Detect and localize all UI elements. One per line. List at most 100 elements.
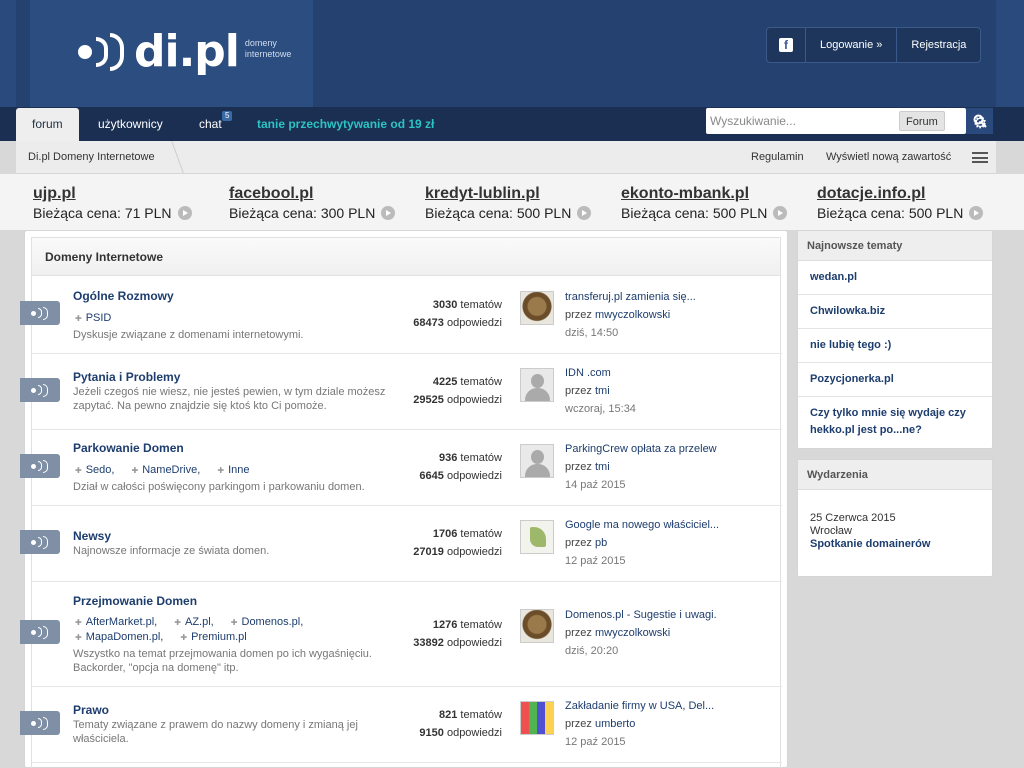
avatar[interactable] <box>520 520 554 554</box>
search-box: Forum <box>706 108 966 134</box>
forum-title[interactable]: Newsy <box>73 529 111 543</box>
category-title[interactable]: Domeny Internetowe <box>32 238 780 276</box>
breadcrumb-home[interactable]: Di.pl Domeny Internetowe <box>28 141 169 173</box>
subforum-link[interactable]: Sedo, <box>75 463 115 478</box>
last-post: Zakładanie firmy w USA, Del... przez umb… <box>565 697 765 751</box>
domain-ad[interactable]: dotacje.info.pl Bieżąca cena: 500 PLN <box>817 184 984 222</box>
domain-ad[interactable]: ekonto-mbank.pl Bieżąca cena: 500 PLN <box>621 184 788 222</box>
latest-topic-link[interactable]: Czy tylko mnie się wydaje czy hekko.pl j… <box>798 397 992 447</box>
domain-ad[interactable]: facebool.pl Bieżąca cena: 300 PLN <box>229 184 396 222</box>
play-icon[interactable] <box>177 206 192 220</box>
new-content-link[interactable]: Wyświetl nową zawartość <box>826 141 951 173</box>
ad-domain-name[interactable]: ekonto-mbank.pl <box>621 184 787 204</box>
rules-link[interactable]: Regulamin <box>751 141 804 173</box>
forum-stats: 4225 tematów 29525 odpowiedzi <box>413 376 502 406</box>
forum-stats: 1276 tematów 33892 odpowiedzi <box>413 619 502 649</box>
subforum-link[interactable]: AfterMarket.pl, <box>75 615 158 630</box>
events-widget: Wydarzenia 25 Czerwca 2015 Wrocław Spotk… <box>797 459 993 577</box>
ad-domain-name[interactable]: facebool.pl <box>229 184 395 204</box>
auth-bar: f Logowanie » Rejestracja <box>766 27 982 63</box>
play-icon[interactable] <box>381 206 396 220</box>
last-post-author[interactable]: tmi <box>595 461 610 473</box>
last-post-date: 12 paź 2015 <box>565 736 626 748</box>
forum-stats: 936 tematów 6645 odpowiedzi <box>419 452 502 482</box>
tab-users[interactable]: użytkownicy <box>98 108 163 141</box>
ad-domain-name[interactable]: dotacje.info.pl <box>817 184 983 204</box>
subforum-link[interactable]: NameDrive, <box>132 463 200 478</box>
latest-topic-link[interactable]: Pozycjonerka.pl <box>798 363 992 397</box>
ad-domain-name[interactable]: kredyt-lublin.pl <box>425 184 591 204</box>
domain-ad[interactable]: kredyt-lublin.pl Bieżąca cena: 500 PLN <box>425 184 592 222</box>
last-post: Google ma nowego właściciel... przez pb … <box>565 516 765 570</box>
search-input[interactable] <box>710 108 890 134</box>
latest-topic-link[interactable]: nie lubię tego :) <box>798 329 992 363</box>
play-icon[interactable] <box>969 206 984 220</box>
play-icon[interactable] <box>577 206 592 220</box>
last-post-title[interactable]: Domenos.pl - Sugestie i uwagi. <box>565 606 765 624</box>
last-post-author[interactable]: mwyczolkowski <box>595 627 670 639</box>
ad-price: Bieżąca cena: 300 PLN <box>229 204 396 222</box>
forum-title[interactable]: Przejmowanie Domen <box>73 594 197 608</box>
forum-title[interactable]: Prawo <box>73 703 109 717</box>
forum-stats: 1706 tematów 27019 odpowiedzi <box>413 528 502 558</box>
subforum-link[interactable]: Domenos.pl, <box>231 615 304 630</box>
forum-description: Najnowsze informacje ze świata domen. <box>73 545 270 557</box>
ad-domain-name[interactable]: ujp.pl <box>33 184 192 204</box>
login-link[interactable]: Logowanie » <box>805 28 896 62</box>
facebook-login-button[interactable]: f <box>767 28 805 62</box>
play-icon[interactable] <box>773 206 788 220</box>
avatar[interactable] <box>520 368 554 402</box>
subforum-link[interactable]: Inne <box>217 463 249 478</box>
register-link[interactable]: Rejestracja <box>896 28 980 62</box>
chat-count-badge: 5 <box>222 111 233 121</box>
last-post-title[interactable]: IDN .com <box>565 364 765 382</box>
forum-signal-icon <box>20 454 60 478</box>
last-post-title[interactable]: ParkingCrew opłata za przelew <box>565 440 765 458</box>
latest-topic-link[interactable]: wedan.pl <box>798 261 992 295</box>
logo-text: di.pl <box>134 26 240 77</box>
avatar[interactable] <box>520 444 554 478</box>
list-view-icon[interactable] <box>972 152 988 163</box>
avatar[interactable] <box>520 291 554 325</box>
last-post-author[interactable]: tmi <box>595 385 610 397</box>
last-post-author[interactable]: mwyczolkowski <box>595 309 670 321</box>
last-post: ParkingCrew opłata za przelew przez tmi … <box>565 440 765 494</box>
tab-forum[interactable]: forum <box>16 108 79 141</box>
forum-description: Tematy związane z prawem do nazwy domeny… <box>73 719 358 745</box>
subforum-link[interactable]: AZ.pl, <box>174 615 214 630</box>
last-post-title[interactable]: transferuj.pl zamienia się... <box>565 288 765 306</box>
avatar[interactable] <box>520 609 554 643</box>
facebook-icon: f <box>779 38 793 52</box>
subforum-list: AfterMarket.pl, AZ.pl, Domenos.pl, MapaD… <box>75 615 375 645</box>
forum-row: Parkowanie Domen Sedo, NameDrive, Inne D… <box>20 430 782 506</box>
subforum-link[interactable]: MapaDomen.pl, <box>75 630 164 645</box>
subforum-link[interactable]: Premium.pl <box>180 630 247 645</box>
forum-title[interactable]: Pytania i Problemy <box>73 370 180 384</box>
search-scope-button[interactable]: Forum <box>899 111 945 131</box>
latest-topic-link[interactable]: Chwilowka.biz <box>798 295 992 329</box>
forum-row: Prawo Tematy związane z prawem do nazwy … <box>20 687 782 763</box>
forum-title[interactable]: Parkowanie Domen <box>73 441 184 455</box>
event-link[interactable]: Spotkanie domainerów <box>810 538 930 550</box>
forum-row: Przejmowanie Domen AfterMarket.pl, AZ.pl… <box>20 582 782 687</box>
last-post: Domenos.pl - Sugestie i uwagi. przez mwy… <box>565 606 765 660</box>
forum-signal-icon <box>20 530 60 554</box>
gear-icon[interactable]: ⚙ <box>973 113 987 133</box>
avatar[interactable] <box>520 701 554 735</box>
last-post-author[interactable]: pb <box>595 537 607 549</box>
forum-title[interactable]: Ogólne Rozmowy <box>73 289 174 303</box>
domain-ad[interactable]: ujp.pl Bieżąca cena: 71 PLN <box>33 184 192 222</box>
last-post-date: dziś, 14:50 <box>565 327 619 339</box>
last-post-title[interactable]: Google ma nowego właściciel... <box>565 516 765 534</box>
forum-signal-icon <box>20 301 60 325</box>
forum-signal-icon <box>20 620 60 644</box>
site-logo[interactable]: di.pl domeny internetowe <box>78 30 291 74</box>
tab-chat[interactable]: chat <box>199 108 222 141</box>
promo-link[interactable]: tanie przechwytywanie od 19 zł <box>257 108 434 141</box>
main-nav: forum użytkownicy chat 5 tanie przechwyt… <box>0 107 1024 141</box>
last-post-author[interactable]: umberto <box>595 718 635 730</box>
breadcrumb-bar: Di.pl Domeny Internetowe Regulamin Wyświ… <box>16 141 996 174</box>
subforum-link[interactable]: PSID <box>75 311 112 326</box>
last-post-title[interactable]: Zakładanie firmy w USA, Del... <box>565 697 765 715</box>
subforum-list: Sedo, NameDrive, Inne <box>75 463 375 478</box>
